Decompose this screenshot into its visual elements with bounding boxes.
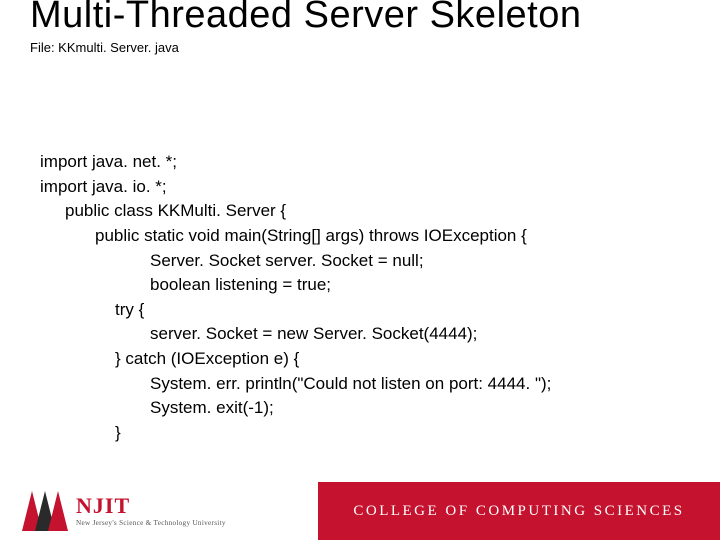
code-line: public class KKMulti. Server { bbox=[40, 199, 551, 224]
code-line: boolean listening = true; bbox=[40, 273, 551, 298]
slide-subtitle: File: KKmulti. Server. java bbox=[30, 40, 179, 55]
footer-right: COLLEGE OF COMPUTING SCIENCES bbox=[318, 482, 720, 540]
code-line: try { bbox=[40, 298, 551, 323]
code-line: } bbox=[40, 421, 551, 446]
code-line: server. Socket = new Server. Socket(4444… bbox=[40, 322, 551, 347]
code-line: import java. io. *; bbox=[40, 175, 551, 200]
slide: Multi-Threaded Server Skeleton File: KKm… bbox=[0, 0, 720, 540]
njit-logo-text: NJIT New Jersey's Science & Technology U… bbox=[76, 495, 226, 527]
code-line: public static void main(String[] args) t… bbox=[40, 224, 551, 249]
code-line: System. err. println("Could not listen o… bbox=[40, 372, 551, 397]
njit-tagline: New Jersey's Science & Technology Univer… bbox=[76, 519, 226, 527]
code-line: } catch (IOException e) { bbox=[40, 347, 551, 372]
njit-logo-icon bbox=[22, 491, 68, 531]
code-line: import java. net. *; bbox=[40, 150, 551, 175]
code-block: import java. net. *; import java. io. *;… bbox=[40, 150, 551, 446]
footer-left: NJIT New Jersey's Science & Technology U… bbox=[0, 482, 318, 540]
footer: NJIT New Jersey's Science & Technology U… bbox=[0, 482, 720, 540]
college-name: COLLEGE OF COMPUTING SCIENCES bbox=[353, 503, 684, 520]
code-line: System. exit(-1); bbox=[40, 396, 551, 421]
njit-wordmark: NJIT bbox=[76, 495, 226, 517]
njit-logo: NJIT New Jersey's Science & Technology U… bbox=[22, 491, 226, 531]
code-line: Server. Socket server. Socket = null; bbox=[40, 249, 551, 274]
slide-title: Multi-Threaded Server Skeleton bbox=[30, 0, 581, 37]
